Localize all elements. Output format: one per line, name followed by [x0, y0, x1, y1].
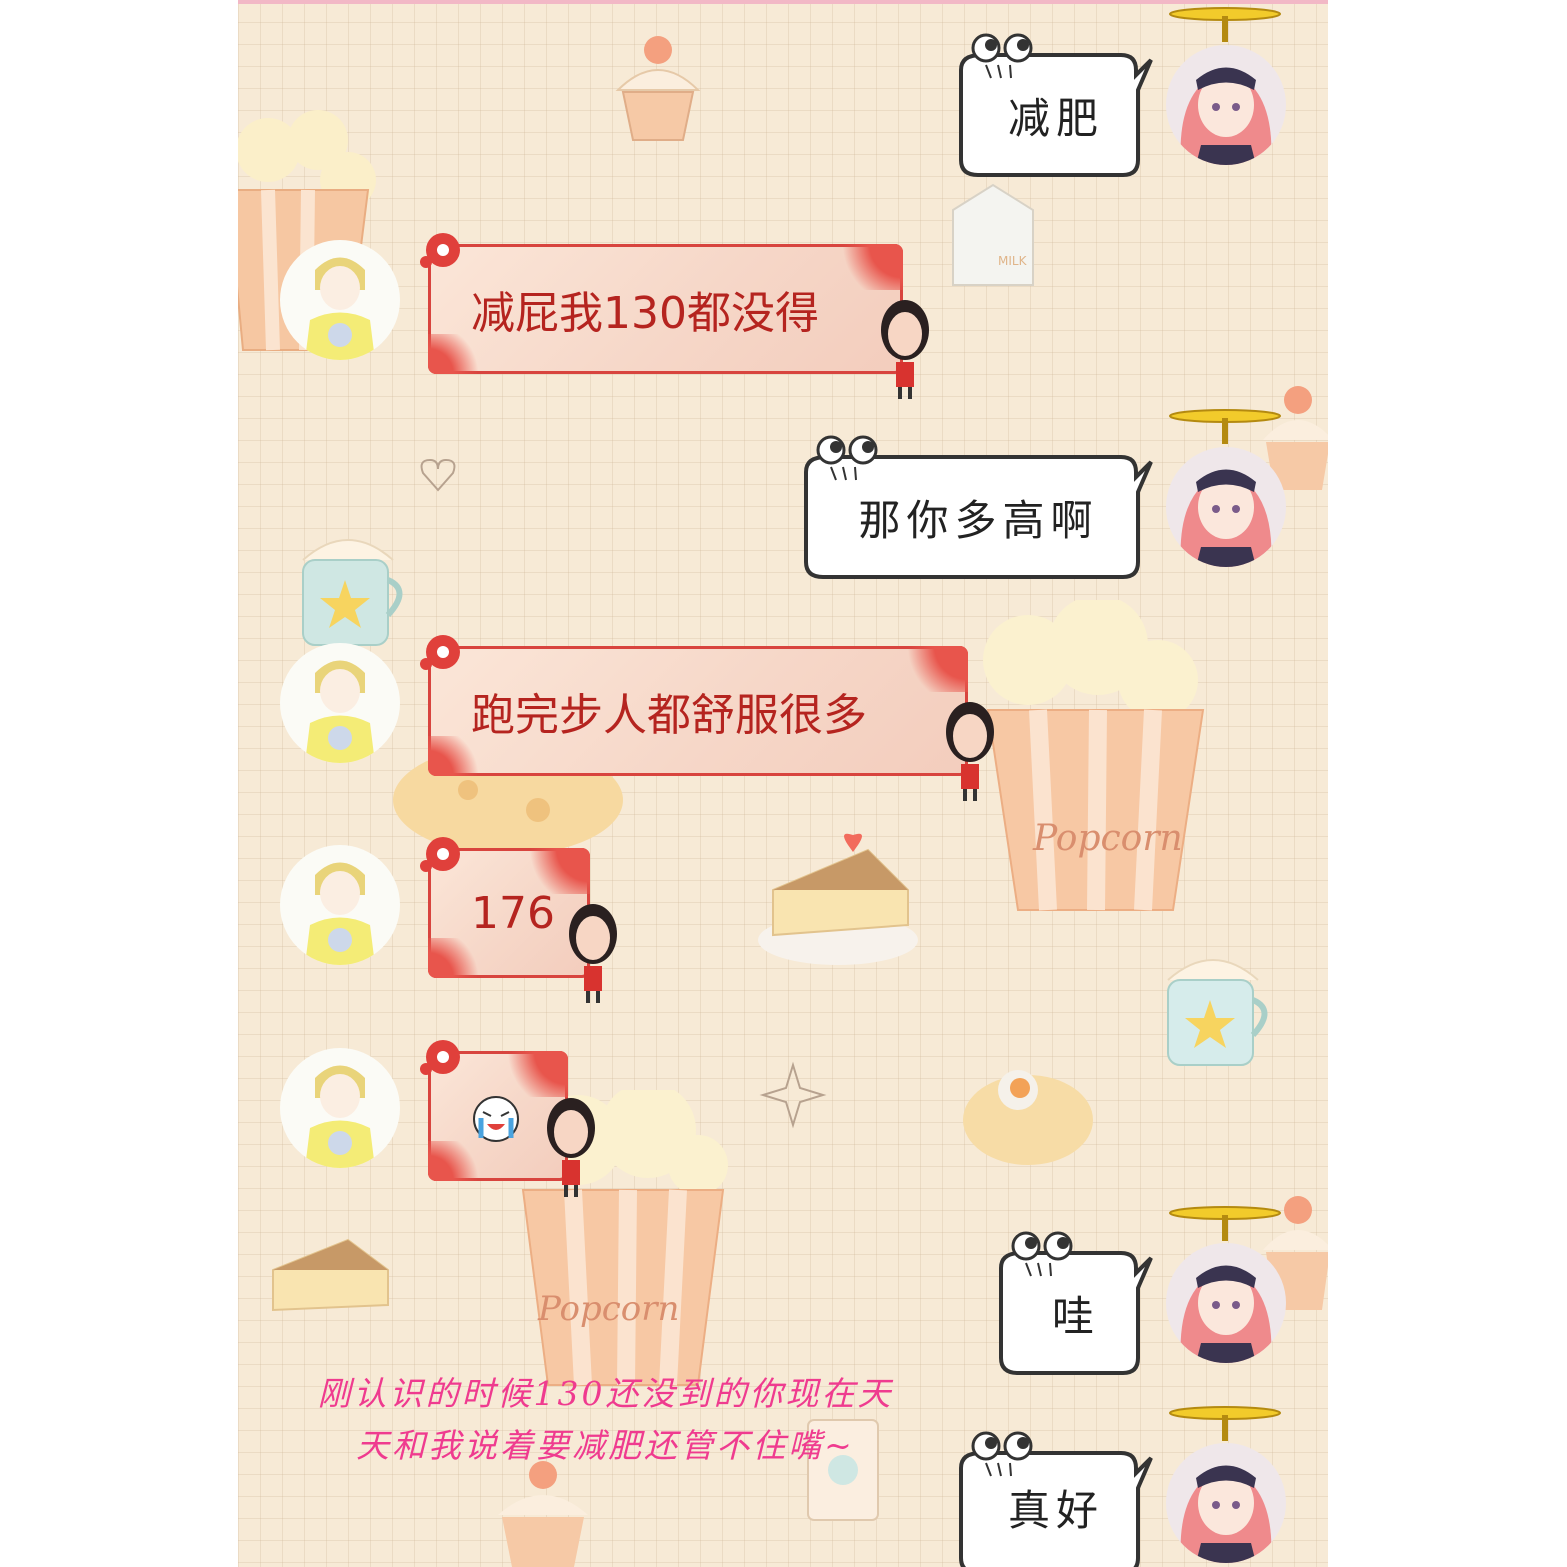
- milk-carton-decoration: MILK: [952, 183, 1034, 286]
- message-text: 减屁我130都没得: [471, 288, 819, 339]
- avatar-boy-2[interactable]: [280, 643, 400, 763]
- message-text: 哇: [1051, 1291, 1100, 1341]
- heart-doodle: [420, 458, 456, 492]
- message-text: 跑完步人都舒服很多: [471, 690, 867, 741]
- svg-text:MILK: MILK: [998, 254, 1028, 268]
- girl-face-sticker-icon: [946, 702, 994, 801]
- flower-icon: [420, 1040, 460, 1075]
- chat-bubble-right[interactable]: 哇: [996, 1228, 1156, 1378]
- cheesecake-decoration: [758, 833, 918, 965]
- flower-icon: [420, 635, 460, 670]
- girl-avatar-icon: [1180, 1265, 1272, 1363]
- avatar-girl-1[interactable]: [1166, 45, 1286, 165]
- message-text: 减肥: [1007, 93, 1104, 143]
- fried-egg-cookie-decoration: [963, 1070, 1093, 1165]
- chat-bubble-left[interactable]: 跑完步人都舒服很多: [428, 646, 968, 776]
- star-mug-decoration: [302, 539, 403, 646]
- girl-face-sticker-icon: [881, 300, 929, 399]
- caption-line-2: 天和我说着要减肥还管不住嘴~: [356, 1426, 855, 1465]
- avatar-boy-4[interactable]: [280, 1048, 400, 1168]
- chat-bubble-left[interactable]: 减屁我130都没得: [428, 244, 903, 374]
- girl-face-sticker-icon: [547, 1098, 595, 1197]
- propeller-hat-icon: [1169, 409, 1281, 444]
- chat-bubble-right[interactable]: 减肥: [956, 30, 1156, 180]
- top-border-strip: [238, 0, 1328, 4]
- propeller-hat-icon: [1169, 1406, 1281, 1441]
- cupcake-decoration: [615, 36, 701, 141]
- message-text: 真好: [1007, 1486, 1104, 1535]
- propeller-hat-icon: [1169, 7, 1281, 42]
- girl-avatar-icon: [1180, 469, 1272, 567]
- message-text: 176: [471, 887, 555, 939]
- chat-background: MILK Popcorn Popcorn 减肥 减屁我130都没得 那你多高啊 …: [238, 0, 1328, 1567]
- caption-overlay: 刚认识的时候130还没到的你现在天 天和我说着要减肥还管不住嘴~: [238, 1368, 973, 1472]
- avatar-boy-3[interactable]: [280, 845, 400, 965]
- flower-icon: [420, 233, 460, 268]
- svg-text:Popcorn: Popcorn: [537, 1289, 679, 1329]
- boy-avatar-icon: [305, 257, 375, 360]
- propeller-hat-icon: [1169, 1206, 1281, 1241]
- avatar-girl-2[interactable]: [1166, 447, 1286, 567]
- avatar-boy-1[interactable]: [280, 240, 400, 360]
- boy-avatar-icon: [305, 862, 375, 965]
- message-text: 那你多高啊: [858, 495, 1099, 545]
- popcorn-bucket-large-decoration: Popcorn: [983, 600, 1205, 911]
- crying-face-sticker-icon: [473, 1096, 519, 1142]
- avatar-girl-4[interactable]: [1166, 1443, 1286, 1563]
- girl-face-sticker-icon: [569, 904, 617, 1003]
- boy-avatar-icon: [305, 660, 375, 763]
- star-mug-decoration-2: [1167, 959, 1268, 1066]
- sparkle-star-doodle: [759, 1061, 827, 1129]
- cheesecake-decoration-2: [272, 1238, 389, 1312]
- girl-avatar-icon: [1180, 67, 1272, 165]
- chat-bubble-right[interactable]: 真好: [956, 1428, 1156, 1567]
- avatar-girl-3[interactable]: [1166, 1243, 1286, 1363]
- flower-icon: [420, 837, 460, 872]
- caption-line-1: 刚认识的时候130还没到的你现在天: [317, 1374, 894, 1413]
- girl-avatar-icon: [1180, 1465, 1272, 1563]
- chat-bubble-right[interactable]: 那你多高啊: [801, 432, 1156, 582]
- svg-text:Popcorn: Popcorn: [1032, 818, 1183, 859]
- boy-avatar-icon: [305, 1065, 375, 1168]
